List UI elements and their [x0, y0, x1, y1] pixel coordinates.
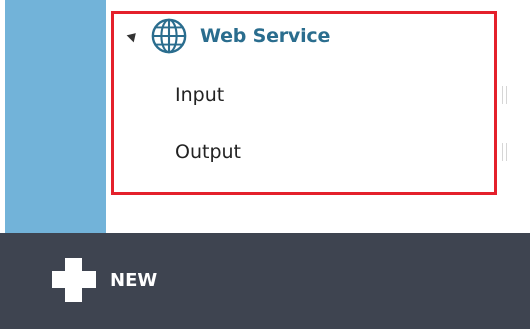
tree-title: Web Service: [200, 25, 331, 47]
tree-node-web-service[interactable]: Web Service: [126, 16, 330, 56]
collapse-arrow-icon[interactable]: [126, 29, 140, 43]
left-rail: [0, 0, 106, 233]
globe-icon: [151, 18, 187, 54]
drag-grip-icon[interactable]: [502, 143, 507, 161]
rail-edge: [0, 0, 5, 233]
new-button[interactable]: NEW: [52, 258, 157, 302]
new-button-label: NEW: [110, 269, 158, 291]
tree-item-output[interactable]: Output: [175, 141, 241, 163]
drag-grip-icon[interactable]: [502, 86, 507, 104]
tree-item-input[interactable]: Input: [175, 84, 224, 106]
plus-icon: [52, 258, 96, 302]
